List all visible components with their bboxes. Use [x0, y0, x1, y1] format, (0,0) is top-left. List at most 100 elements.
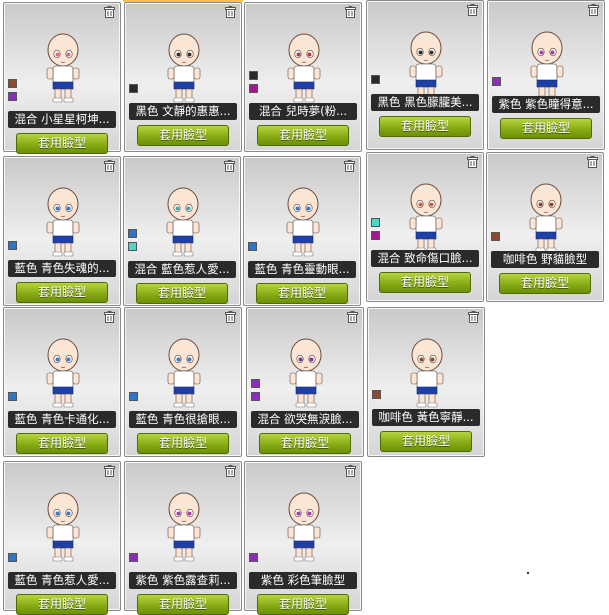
color-swatch — [8, 241, 17, 250]
color-swatches — [491, 232, 500, 245]
face-name-label: 藍色 青色很搶眼... — [129, 411, 237, 428]
color-swatches — [248, 242, 257, 255]
color-swatch — [371, 231, 380, 240]
face-name-label: 咖啡色 野貓臉型 — [491, 251, 599, 268]
trash-icon[interactable] — [467, 156, 478, 168]
avatar-preview — [158, 187, 208, 257]
trash-icon[interactable] — [588, 4, 599, 16]
apply-face-button[interactable]: 套用臉型 — [16, 282, 108, 303]
color-swatch — [129, 84, 138, 93]
apply-face-button[interactable]: 套用臉型 — [136, 283, 228, 304]
face-name-label: 黑色 黑色朦朧美... — [371, 94, 479, 111]
face-card[interactable]: 黑色 文靜的惠惠... 套用臉型 — [124, 2, 242, 152]
color-swatches — [251, 379, 260, 405]
trash-icon[interactable] — [345, 6, 356, 18]
trash-icon[interactable] — [104, 465, 115, 477]
trash-icon[interactable] — [104, 311, 115, 323]
apply-face-button[interactable]: 套用臉型 — [500, 118, 592, 139]
face-card[interactable]: 咖啡色 野貓臉型 套用臉型 — [486, 152, 604, 302]
avatar-preview — [521, 183, 571, 253]
face-card[interactable]: 黑色 黑色朦朧美... 套用臉型 — [366, 0, 484, 150]
color-swatches — [8, 553, 17, 566]
avatar-preview — [38, 338, 88, 408]
color-swatch — [251, 379, 260, 388]
face-name-label: 混合 小星星柯坤... — [8, 111, 116, 128]
apply-face-button[interactable]: 套用臉型 — [259, 433, 351, 454]
face-card[interactable]: 藍色 青色靈動眼... 套用臉型 — [243, 156, 361, 306]
apply-face-button[interactable]: 套用臉型 — [137, 433, 229, 454]
color-swatch — [248, 242, 257, 251]
face-card[interactable]: 混合 致命傷口臉... 套用臉型 — [366, 152, 484, 302]
color-swatch — [491, 232, 500, 241]
face-card[interactable]: 混合 兒時夢(粉... 套用臉型 — [244, 2, 362, 152]
color-swatch — [249, 84, 258, 93]
avatar-preview — [159, 338, 209, 408]
face-card[interactable]: 藍色 青色失魂的... 套用臉型 — [3, 156, 121, 306]
face-card[interactable]: 混合 小星星柯坤... 套用臉型 — [3, 2, 121, 154]
face-name-label: 混合 欲哭無淚臉... — [251, 411, 359, 428]
avatar-preview — [38, 187, 88, 257]
face-name-label: 紫色 紫色瞳得意... — [492, 96, 600, 113]
trash-icon[interactable] — [224, 160, 235, 172]
face-card[interactable]: 紫色 紫色瞳得意... 套用臉型 — [487, 0, 605, 150]
color-swatch — [129, 392, 138, 401]
color-swatch — [128, 242, 137, 251]
color-swatches — [249, 553, 258, 566]
face-card[interactable]: 藍色 青色很搶眼... 套用臉型 — [124, 307, 242, 457]
face-card[interactable]: 紫色 彩色筆臉型 套用臉型 — [244, 461, 362, 615]
color-swatch — [249, 553, 258, 562]
color-swatches — [128, 229, 137, 255]
color-swatches — [8, 79, 17, 105]
trash-icon[interactable] — [225, 6, 236, 18]
trash-icon[interactable] — [468, 311, 479, 323]
trash-icon[interactable] — [345, 465, 356, 477]
avatar-preview — [159, 492, 209, 562]
trash-icon[interactable] — [104, 160, 115, 172]
color-swatch — [492, 77, 501, 86]
apply-face-button[interactable]: 套用臉型 — [16, 133, 108, 154]
face-card[interactable]: 藍色 青色卡通化... 套用臉型 — [3, 307, 121, 457]
face-card[interactable]: 混合 欲哭無淚臉... 套用臉型 — [246, 307, 364, 457]
apply-face-button[interactable]: 套用臉型 — [380, 431, 472, 452]
apply-face-button[interactable]: 套用臉型 — [16, 433, 108, 454]
color-swatch — [372, 390, 381, 399]
face-name-label: 混合 兒時夢(粉... — [249, 103, 357, 120]
color-swatches — [492, 77, 501, 90]
apply-face-button[interactable]: 套用臉型 — [379, 116, 471, 137]
trash-icon[interactable] — [587, 156, 598, 168]
avatar-preview — [401, 183, 451, 253]
face-card[interactable]: 咖啡色 黃色寧靜... 套用臉型 — [367, 307, 485, 457]
trash-icon[interactable] — [225, 465, 236, 477]
face-name-label: 紫色 彩色筆臉型 — [249, 572, 357, 589]
color-swatches — [129, 84, 138, 97]
face-card[interactable]: 藍色 青色惹人愛... 套用臉型 — [3, 461, 121, 615]
color-swatch — [8, 92, 17, 101]
apply-face-button[interactable]: 套用臉型 — [137, 125, 229, 146]
trash-icon[interactable] — [225, 311, 236, 323]
color-swatches — [371, 218, 380, 244]
face-name-label: 藍色 青色卡通化... — [8, 411, 116, 428]
color-swatch — [249, 71, 258, 80]
color-swatch — [8, 553, 17, 562]
color-swatches — [249, 71, 258, 97]
color-swatches — [8, 392, 17, 405]
trash-icon[interactable] — [344, 160, 355, 172]
face-card[interactable]: 紫色 紫色露查莉... 套用臉型 — [124, 461, 242, 615]
apply-face-button[interactable]: 套用臉型 — [499, 273, 591, 294]
face-name-label: 咖啡色 黃色寧靜... — [372, 409, 480, 426]
trash-icon[interactable] — [104, 6, 115, 18]
face-card[interactable]: 混合 藍色惹人愛... 套用臉型 — [123, 156, 241, 306]
apply-face-button[interactable]: 套用臉型 — [379, 272, 471, 293]
avatar-preview — [279, 492, 329, 562]
face-name-label: 藍色 青色惹人愛... — [8, 572, 116, 589]
trash-icon[interactable] — [467, 4, 478, 16]
avatar-preview — [278, 187, 328, 257]
avatar-preview — [38, 33, 88, 103]
avatar-preview — [38, 492, 88, 562]
face-name-label: 混合 藍色惹人愛... — [128, 261, 236, 278]
apply-face-button[interactable]: 套用臉型 — [256, 283, 348, 304]
color-swatch — [371, 218, 380, 227]
color-swatch — [129, 553, 138, 562]
trash-icon[interactable] — [347, 311, 358, 323]
apply-face-button[interactable]: 套用臉型 — [257, 125, 349, 146]
